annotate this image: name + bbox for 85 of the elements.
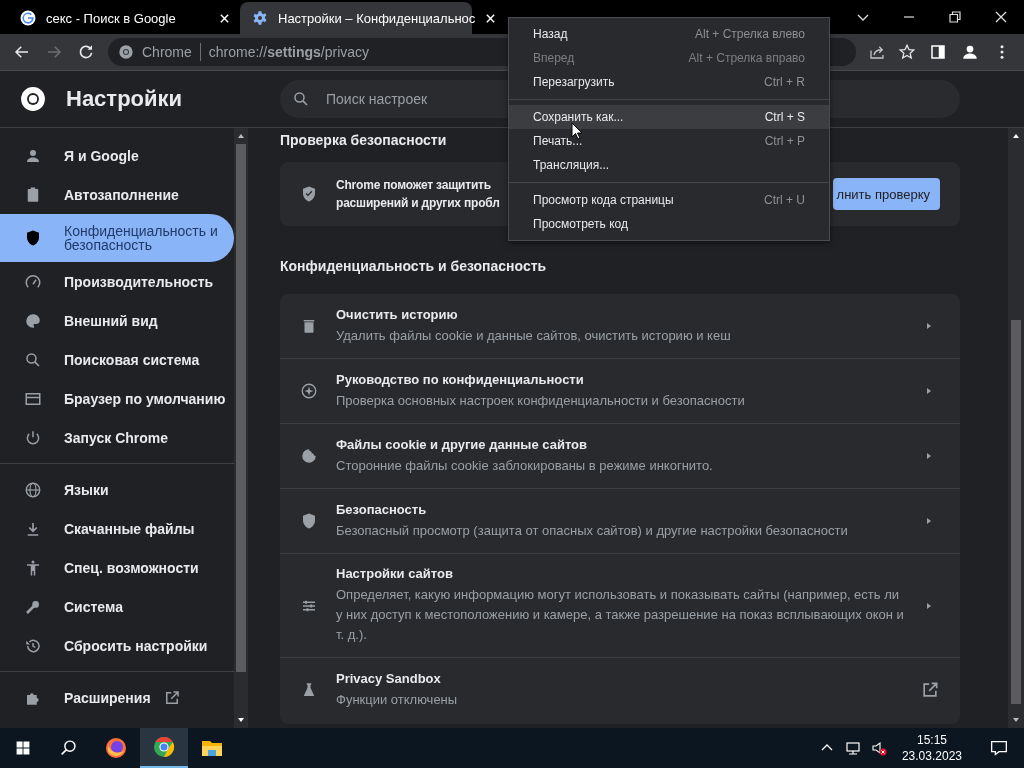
row-title: Очистить историю (336, 306, 459, 322)
tab-title: секс - Поиск в Google (46, 10, 177, 26)
sidebar-item[interactable]: Автозаполнение (0, 175, 234, 214)
row-description: Безопасный просмотр (защита от опасных сайтов) и другие настройки безопасности (336, 521, 849, 540)
description-text: расширений и других пробл (336, 196, 500, 210)
chrome-logo-icon (118, 44, 134, 60)
sidebar-item[interactable]: Языки (0, 470, 234, 509)
person-figure-icon (24, 558, 42, 577)
page-title: Настройки (66, 86, 183, 112)
power-icon (24, 428, 42, 447)
sidebar-item[interactable]: Расширения (0, 678, 234, 717)
menu-item[interactable]: Печать... Ctrl + P (509, 129, 829, 153)
shortcut-text: Alt + Стрелка влево (695, 27, 805, 41)
row-description: Сторонние файлы cookie заблокированы в режиме инкогнито. (336, 456, 714, 475)
search-icon (24, 350, 42, 369)
close-icon[interactable] (993, 9, 1009, 25)
gear-icon (252, 10, 268, 26)
sidebar-item[interactable]: Браузер по умолчанию (0, 379, 234, 418)
section-heading: Проверка безопасности (280, 132, 447, 148)
scrollbar[interactable] (234, 128, 248, 728)
clock-time[interactable]: 15:15 (916, 733, 947, 747)
menu-item-label: Назад (533, 27, 568, 41)
row-description: Удалить файлы cookie и данные сайтов, очистить историю и кеш (336, 326, 732, 345)
sidebar-item[interactable]: Производительность (0, 262, 234, 301)
gauge-icon (24, 272, 42, 291)
sidebar-item[interactable]: Конфиденциальность и безопасность (0, 214, 234, 262)
settings-row[interactable]: Безопасность Безопасный просмотр (защита от опасных сайтов) и другие настройки безопасности (280, 488, 960, 553)
scrollbar[interactable] (1008, 128, 1024, 728)
sidebar-item[interactable]: Спец. возможности (0, 548, 234, 587)
sidebar-item[interactable]: Система (0, 587, 234, 626)
settings-row[interactable]: Руководство по конфиденциальности Проверка основных настроек конфиденциальности и безопасности (280, 358, 960, 423)
sidebar-item[interactable]: Внешний вид (0, 301, 234, 340)
shortcut-text: Ctrl + U (764, 193, 805, 207)
description-text: Chrome поможет защитить (336, 178, 492, 192)
run-check-button[interactable]: лнить проверку (832, 178, 940, 210)
menu-item-label: Трансляция... (533, 158, 610, 172)
settings-row[interactable]: Очистить историю Удалить файлы cookie и данные сайтов, очистить историю и кеш (280, 294, 960, 358)
row-description: Проверка основных настроек конфиденциальности и безопасности (336, 391, 746, 410)
clock-date[interactable]: 23.03.2023 (901, 749, 962, 763)
menu-item[interactable]: Трансляция... (509, 153, 829, 177)
globe-icon (24, 480, 42, 499)
sidebar-item[interactable]: Сбросить настройки (0, 626, 234, 665)
row-title: Безопасность (336, 501, 428, 517)
menu-item-label: Просмотреть код (533, 217, 628, 231)
row-description: Определяет, какую информацию могут использовать и показывать сайты (например, есть ли у них доступ к местоположению и камере, а также разрешение на показ всплывающих окон и т. д.). (336, 586, 905, 644)
external-link-icon[interactable] (920, 680, 940, 700)
shield-check-icon (300, 185, 318, 203)
shortcut-text: Ctrl + P (764, 134, 805, 148)
cookie-icon (300, 447, 318, 465)
compass-icon (300, 382, 318, 400)
section-heading: Конфиденциальность и безопасность (280, 258, 547, 274)
sidebar-item[interactable]: Я и Google (0, 136, 234, 175)
menu-item[interactable]: Сохранить как... Ctrl + S (509, 105, 829, 129)
close-icon[interactable] (219, 12, 230, 24)
fox-globe-icon (104, 736, 128, 760)
settings-row[interactable]: Privacy Sandbox Функции отключены (280, 657, 960, 722)
shortcut-text: Alt + Стрелка вправо (688, 51, 805, 65)
row-description: Функции отключены (336, 690, 459, 709)
search-icon (292, 90, 310, 108)
menu-item[interactable]: Просмотреть код (509, 212, 829, 236)
sidebar-item[interactable]: Скачанные файлы (0, 509, 234, 548)
sidebar-item[interactable]: Поисковая система (0, 340, 234, 379)
chrome-logo-icon (152, 735, 176, 759)
palette-icon (24, 311, 42, 330)
google-logo-icon (20, 10, 36, 26)
browser-tab[interactable]: секс - Поиск в Google (8, 2, 240, 34)
close-icon[interactable] (485, 12, 497, 24)
row-title: Privacy Sandbox (336, 670, 442, 686)
site-label: Chrome (142, 44, 192, 60)
shield-icon (300, 512, 318, 530)
sidebar-item[interactable]: Запуск Chrome (0, 418, 234, 457)
menu-item[interactable]: Просмотр кода страницы Ctrl + U (509, 188, 829, 212)
settings-row[interactable]: Настройки сайтов Определяет, какую информацию могут использовать и показывать сайты (например, есть ли у них доступ к местоположению и камере, а также разрешение на показ всплывающих окон и т. д.). (280, 553, 960, 657)
menu-item-label: Вперед (533, 51, 575, 65)
settings-row[interactable]: Файлы cookie и другие данные сайтов Сторонние файлы cookie заблокированы в режиме инкогнито. (280, 423, 960, 488)
url-text: chrome://settings/privacy (208, 44, 370, 60)
row-title: Настройки сайтов (336, 566, 454, 581)
menu-item-label: Просмотр кода страницы (533, 193, 674, 207)
taskbar-app[interactable] (140, 728, 188, 768)
chrome-logo-icon (20, 86, 46, 112)
menu-item-label: Печать... (533, 134, 583, 148)
row-title: Файлы cookie и другие данные сайтов (336, 436, 589, 452)
shield-icon (24, 229, 42, 247)
row-title: Руководство по конфиденциальности (336, 371, 585, 387)
restore-icon[interactable] (947, 9, 963, 25)
